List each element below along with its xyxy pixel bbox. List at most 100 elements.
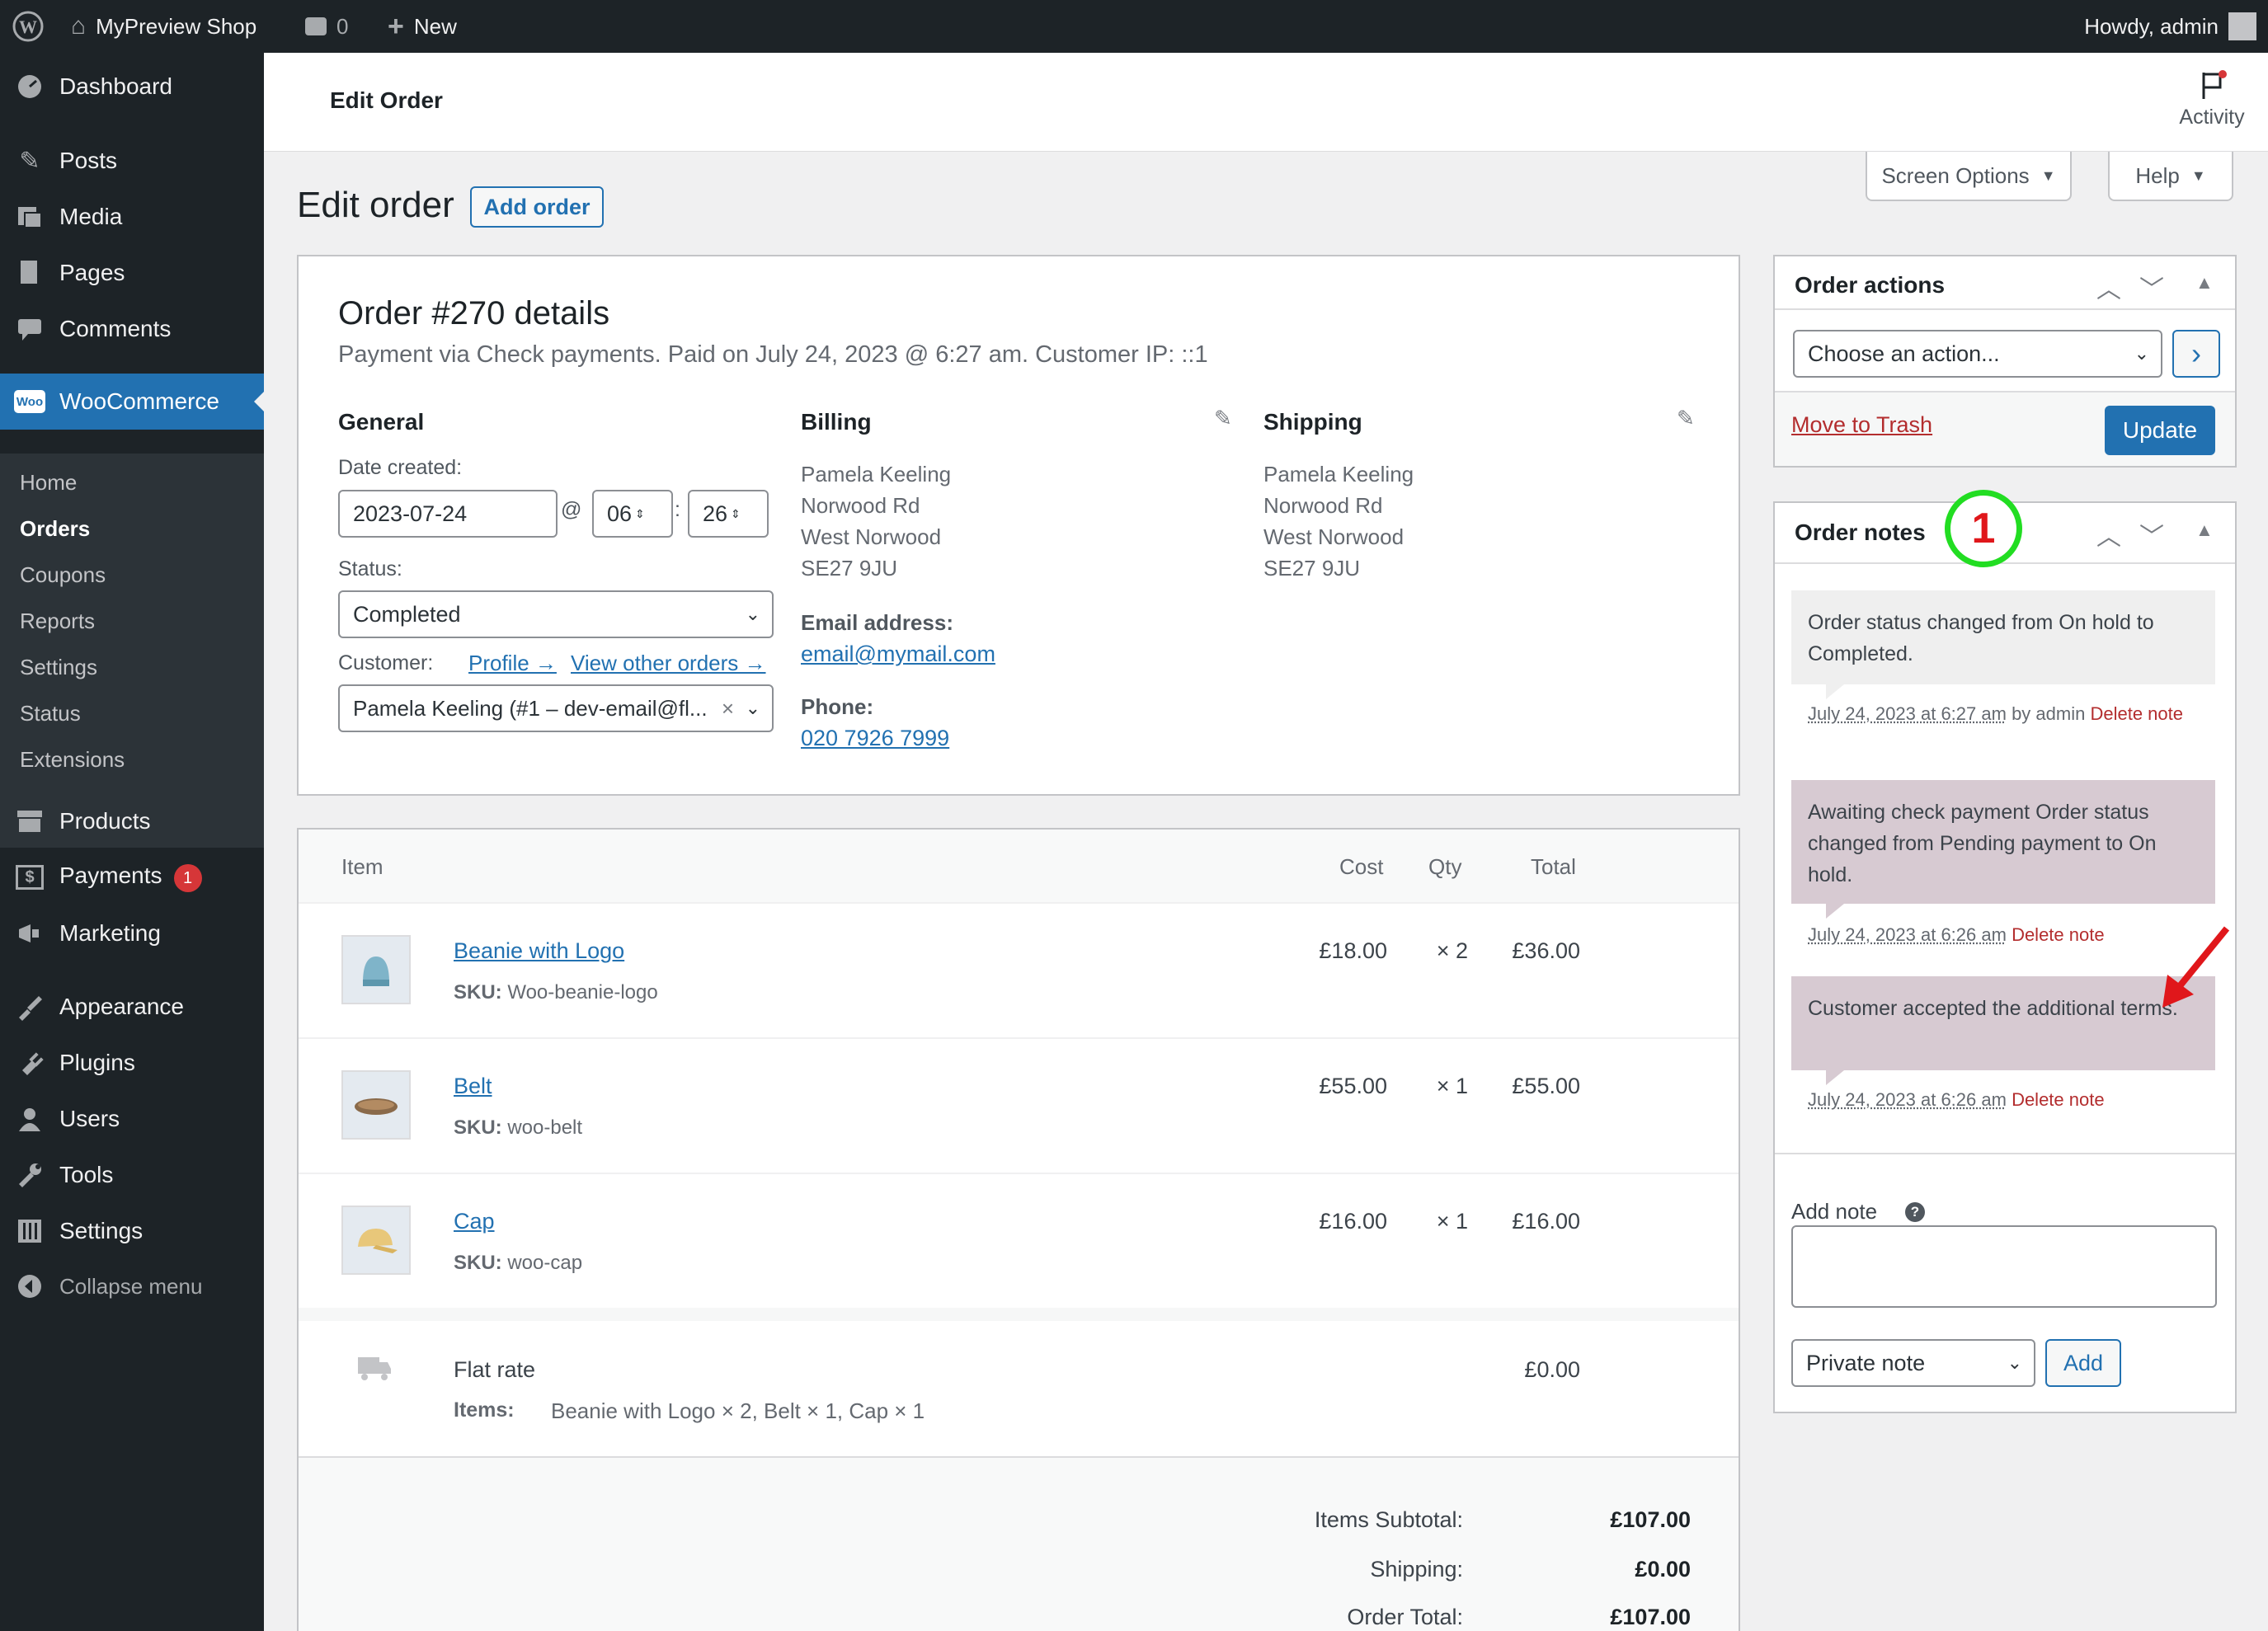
submenu-status[interactable]: Status <box>20 701 81 726</box>
order-total-value: £107.00 <box>1610 1605 1691 1629</box>
menu-tools[interactable]: Tools <box>0 1148 264 1202</box>
help-question-icon[interactable]: ? <box>1905 1202 1925 1222</box>
wordpress-logo-icon[interactable]: W <box>12 0 45 53</box>
email-link[interactable]: email@mymail.com <box>801 642 995 667</box>
move-up-icon[interactable]: ︿ <box>2096 269 2121 305</box>
submenu-reports[interactable]: Reports <box>20 609 95 634</box>
menu-products[interactable]: Products <box>0 794 264 848</box>
woocommerce-icon: Woo <box>13 385 46 418</box>
new-content-link[interactable]: + New <box>388 0 457 53</box>
menu-posts[interactable]: ✎ Posts <box>0 134 264 188</box>
menu-settings[interactable]: Settings <box>0 1204 264 1258</box>
order-title: Order #270 details <box>338 295 610 331</box>
site-name-link[interactable]: ⌂ MyPreview Shop <box>71 0 256 53</box>
menu-comments[interactable]: Comments <box>0 302 264 356</box>
phone-link[interactable]: 020 7926 7999 <box>801 726 949 751</box>
hour-input[interactable]: 06 ⇕ <box>592 490 673 538</box>
submenu-settings[interactable]: Settings <box>20 655 97 680</box>
apply-action-button[interactable]: › <box>2172 330 2220 378</box>
item-link[interactable]: Cap <box>454 1209 495 1234</box>
customer-select[interactable]: Pamela Keeling (#1 – dev-email@fl... × ⌄ <box>338 684 774 732</box>
media-icon <box>13 200 46 233</box>
menu-collapse[interactable]: Collapse menu <box>0 1259 264 1314</box>
item-total: £36.00 <box>1512 938 1580 963</box>
minute-input[interactable]: 26 ⇕ <box>688 490 769 538</box>
shipping-method-name: Flat rate <box>454 1357 536 1382</box>
move-down-icon[interactable]: ﹀ <box>2139 269 2164 305</box>
chevron-down-icon: ⌄ <box>2007 1352 2022 1373</box>
submenu-extensions[interactable]: Extensions <box>20 747 125 773</box>
item-link[interactable]: Belt <box>454 1074 492 1099</box>
update-button[interactable]: Update <box>2105 406 2215 455</box>
panel-divider <box>1775 308 2235 310</box>
submenu-home[interactable]: Home <box>20 470 77 496</box>
row-divider <box>299 1037 1739 1039</box>
submenu-orders[interactable]: Orders <box>20 516 90 542</box>
menu-users[interactable]: Users <box>0 1092 264 1146</box>
move-to-trash-link[interactable]: Move to Trash <box>1791 412 1932 438</box>
screen-options-button[interactable]: Screen Options ▼ <box>1866 152 2072 201</box>
item-cost: £55.00 <box>1319 1074 1387 1098</box>
menu-pages[interactable]: Pages <box>0 246 264 300</box>
menu-payments[interactable]: $ Payments 1 <box>0 850 264 905</box>
pages-icon <box>13 256 46 289</box>
paintbrush-icon <box>13 990 46 1023</box>
move-up-icon[interactable]: ︿ <box>2096 516 2121 552</box>
item-total: £16.00 <box>1512 1209 1580 1234</box>
menu-media[interactable]: Media <box>0 190 264 244</box>
submenu-coupons[interactable]: Coupons <box>20 562 106 588</box>
delete-note-link[interactable]: Delete note <box>2090 703 2183 724</box>
billing-heading: Billing <box>801 409 872 435</box>
pushpin-icon: ✎ <box>19 147 40 175</box>
note-meta: July 24, 2023 at 6:26 am Delete note <box>1808 924 2105 945</box>
svg-text:W: W <box>19 16 37 37</box>
note-textarea[interactable] <box>1791 1225 2217 1308</box>
edit-billing-pencil-icon[interactable]: ✎ <box>1214 406 1232 431</box>
date-created-input[interactable]: 2023-07-24 <box>338 490 558 538</box>
add-note-button[interactable]: Add <box>2045 1339 2121 1387</box>
product-thumbnail <box>341 1070 411 1140</box>
account-menu[interactable]: Howdy, admin <box>2084 0 2256 53</box>
activity-button[interactable]: Activity <box>2171 69 2253 135</box>
move-down-icon[interactable]: ﹀ <box>2139 516 2164 552</box>
comments-link[interactable]: 0 <box>305 0 348 53</box>
truck-icon <box>356 1352 393 1388</box>
menu-plugins[interactable]: Plugins <box>0 1036 264 1090</box>
edit-shipping-pencil-icon[interactable]: ✎ <box>1677 406 1695 431</box>
howdy-text: Howdy, admin <box>2084 13 2219 39</box>
customer-profile-link[interactable]: Profile → <box>468 651 557 676</box>
spinner-icon: ⇕ <box>635 506 645 520</box>
toggle-panel-icon[interactable]: ▲ <box>2195 519 2214 541</box>
row-divider <box>299 1173 1739 1174</box>
clear-icon[interactable]: × <box>722 696 734 721</box>
order-action-select[interactable]: Choose an action... ⌄ <box>1793 330 2162 378</box>
delete-note-link[interactable]: Delete note <box>2012 924 2105 945</box>
section-divider <box>299 1308 1739 1321</box>
triangle-down-icon: ▼ <box>2040 167 2056 184</box>
item-link[interactable]: Beanie with Logo <box>454 938 624 964</box>
toggle-panel-icon[interactable]: ▲ <box>2195 272 2214 294</box>
menu-marketing[interactable]: Marketing <box>0 906 264 961</box>
collapse-arrow-icon <box>13 1270 46 1303</box>
menu-appearance[interactable]: Appearance <box>0 980 264 1034</box>
item-sku: SKU: Woo-beanie-logo <box>454 981 658 1004</box>
help-button[interactable]: Help ▼ <box>2108 152 2233 201</box>
status-select[interactable]: Completed ⌄ <box>338 590 774 638</box>
order-notes-title: Order notes <box>1795 519 1926 545</box>
add-order-button[interactable]: Add order <box>470 186 604 228</box>
order-actions-title: Order actions <box>1795 272 1946 298</box>
note-type-select[interactable]: Private note ⌄ <box>1791 1339 2035 1387</box>
page-title: Edit order <box>297 185 454 225</box>
order-note: Awaiting check payment Order status chan… <box>1791 780 2215 904</box>
note-pointer <box>1826 1070 1844 1085</box>
col-cost: Cost <box>1339 854 1384 879</box>
menu-dashboard[interactable]: Dashboard <box>0 59 264 114</box>
panel-divider <box>1775 562 2235 564</box>
activity-label: Activity <box>2179 106 2245 129</box>
note-pointer <box>1826 904 1844 919</box>
item-total: £55.00 <box>1512 1074 1580 1098</box>
order-subtitle: Payment via Check payments. Paid on July… <box>338 341 1208 368</box>
view-other-orders-link[interactable]: View other orders → <box>571 651 766 676</box>
menu-woocommerce[interactable]: Woo WooCommerce <box>0 374 264 430</box>
delete-note-link[interactable]: Delete note <box>2012 1089 2105 1110</box>
